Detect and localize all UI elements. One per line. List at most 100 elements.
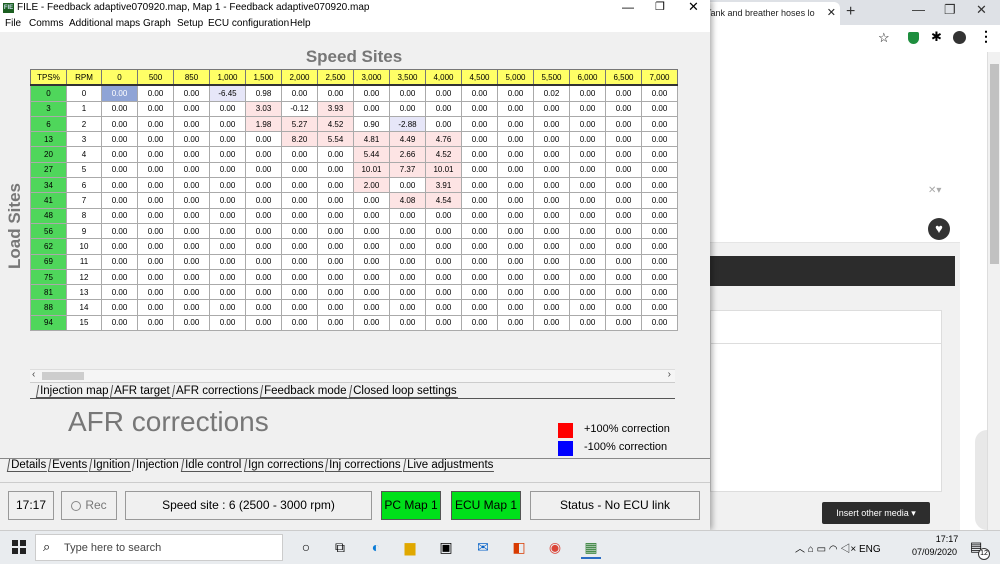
grid-cell[interactable]: 0.00 xyxy=(173,115,210,133)
grid-cell[interactable]: 0.00 xyxy=(389,84,426,102)
grid-cell[interactable]: 0.00 xyxy=(101,268,138,286)
grid-cell[interactable]: 0.00 xyxy=(353,100,390,117)
grid-cell[interactable]: 0.00 xyxy=(425,115,462,133)
grid-cell[interactable]: 0.00 xyxy=(137,207,174,224)
grid-cell[interactable]: 0.00 xyxy=(137,238,174,255)
grid-cell[interactable]: 0.00 xyxy=(209,268,246,286)
browser-maximize-button[interactable]: ❐ xyxy=(944,2,956,18)
office-icon[interactable]: ◧ xyxy=(509,537,529,557)
grid-cell[interactable]: 0.00 xyxy=(533,161,570,179)
tab-inj-corrections[interactable]: Inj corrections xyxy=(324,459,404,472)
grid-cell[interactable]: 0.00 xyxy=(533,314,570,332)
grid-cell[interactable]: 0.00 xyxy=(245,207,282,224)
insert-other-media-button[interactable]: Insert other media ▾ xyxy=(822,502,930,524)
grid-cell[interactable]: 0.00 xyxy=(605,268,642,286)
speed-site-header[interactable]: 2,500 xyxy=(317,69,354,87)
grid-cell[interactable]: 0.00 xyxy=(569,100,606,117)
grid-cell[interactable]: 0.00 xyxy=(317,84,354,102)
grid-cell[interactable]: 0.00 xyxy=(497,115,534,133)
grid-cell[interactable]: 0.00 xyxy=(173,268,210,286)
grid-cell[interactable]: 0.00 xyxy=(245,161,282,179)
grid-cell[interactable]: 0.00 xyxy=(389,238,426,255)
grid-cell[interactable]: 0.00 xyxy=(101,253,138,270)
grid-cell[interactable]: 0.00 xyxy=(137,131,174,148)
grid-cell[interactable]: 0.00 xyxy=(641,268,678,286)
grid-cell[interactable]: 0.00 xyxy=(569,115,606,133)
grid-cell[interactable]: 0.00 xyxy=(497,314,534,332)
grid-cell[interactable]: 0.00 xyxy=(497,131,534,148)
grid-cell[interactable]: 0.00 xyxy=(317,161,354,179)
grid-cell[interactable]: 0.00 xyxy=(101,222,138,240)
ecu-map-indicator[interactable]: ECU Map 1 xyxy=(451,491,521,520)
grid-cell[interactable]: 0.00 xyxy=(353,207,390,224)
grid-cell[interactable]: 0.00 xyxy=(605,177,642,194)
grid-cell[interactable]: 0.00 xyxy=(497,207,534,224)
grid-cell[interactable]: 0.00 xyxy=(173,222,210,240)
grid-cell[interactable]: 7.37 xyxy=(389,161,426,179)
grid-cell[interactable]: 0.00 xyxy=(137,299,174,316)
grid-cell[interactable]: 0.00 xyxy=(641,238,678,255)
grid-cell[interactable]: 0.00 xyxy=(245,299,282,316)
grid-cell[interactable]: 0.00 xyxy=(173,100,210,117)
file-explorer-icon[interactable]: ▆ xyxy=(400,537,420,557)
grid-cell[interactable]: 0.00 xyxy=(425,253,462,270)
clock-date[interactable]: 07/09/2020 xyxy=(912,547,957,557)
speed-site-header[interactable]: 4,500 xyxy=(461,69,498,87)
grid-cell[interactable]: 0.00 xyxy=(281,222,318,240)
tab-details[interactable]: Details xyxy=(6,459,50,472)
windows-start-icon[interactable] xyxy=(12,540,26,554)
grid-cell[interactable]: 4.49 xyxy=(389,131,426,148)
grid-cell[interactable]: 0.00 xyxy=(461,268,498,286)
grid-cell[interactable]: 0.00 xyxy=(533,177,570,194)
grid-cell[interactable]: 0.00 xyxy=(605,115,642,133)
grid-cell[interactable]: 0.00 xyxy=(281,192,318,209)
grid-cell[interactable]: 0.00 xyxy=(353,314,390,332)
grid-cell[interactable]: 0.00 xyxy=(461,131,498,148)
grid-cell[interactable]: 0.00 xyxy=(641,161,678,179)
grid-cell[interactable]: 0.00 xyxy=(461,253,498,270)
grid-cell[interactable]: 0.00 xyxy=(101,207,138,224)
grid-cell[interactable]: 0.00 xyxy=(137,314,174,332)
grid-cell[interactable]: 0.00 xyxy=(461,177,498,194)
grid-cell[interactable]: 0.00 xyxy=(281,299,318,316)
grid-cell[interactable]: 0.00 xyxy=(425,284,462,301)
clock-time[interactable]: 17:17 xyxy=(927,534,967,544)
grid-cell[interactable]: 0.00 xyxy=(569,299,606,316)
grid-cell[interactable]: 0.00 xyxy=(173,146,210,163)
grid-cell[interactable]: 0.00 xyxy=(461,146,498,163)
grid-cell[interactable]: 0.00 xyxy=(281,284,318,301)
grid-cell[interactable]: 0.00 xyxy=(389,253,426,270)
grid-cell[interactable]: 0.00 xyxy=(137,146,174,163)
menu-file[interactable]: File xyxy=(5,18,21,29)
load-site-tps[interactable]: 3 xyxy=(30,100,67,117)
grid-cell[interactable]: 0.00 xyxy=(389,268,426,286)
menu-ecu-configuration[interactable]: ECU configuration xyxy=(208,18,289,29)
edge-icon[interactable]: ◐ xyxy=(366,537,386,557)
load-site-tps[interactable]: 81 xyxy=(30,284,67,301)
task-view-icon[interactable]: ⧉ xyxy=(330,537,350,557)
cortana-icon[interactable]: ○ xyxy=(296,537,316,557)
grid-cell[interactable]: -6.45 xyxy=(209,84,246,102)
dropdown-clear-icon[interactable]: ✕▾ xyxy=(928,185,941,196)
load-site-tps[interactable]: 56 xyxy=(30,222,67,240)
grid-cell[interactable]: 0.00 xyxy=(245,238,282,255)
browser-minimize-button[interactable]: — xyxy=(912,2,925,17)
tab-ign-corrections[interactable]: Ign corrections xyxy=(243,459,327,472)
grid-cell[interactable]: 0.00 xyxy=(353,268,390,286)
browser-scrollbar-thumb[interactable] xyxy=(990,64,999,264)
grid-cell[interactable]: 0.00 xyxy=(461,161,498,179)
grid-cell[interactable]: 0.00 xyxy=(389,222,426,240)
grid-cell[interactable]: 2.00 xyxy=(353,177,390,194)
grid-cell[interactable]: 10.01 xyxy=(425,161,462,179)
menu-graph[interactable]: Graph xyxy=(143,18,171,29)
grid-cell[interactable]: 0.00 xyxy=(173,161,210,179)
browser-tab[interactable]: Tank and breather hoses lo ✕ xyxy=(700,2,840,25)
tab-ignition[interactable]: Ignition xyxy=(89,459,134,472)
grid-cell[interactable]: 0.00 xyxy=(533,192,570,209)
speed-site-header[interactable]: 3,000 xyxy=(353,69,390,87)
grid-cell[interactable]: 0.00 xyxy=(497,100,534,117)
tab-idle-control[interactable]: Idle control xyxy=(181,459,245,472)
grid-cell[interactable]: 0.00 xyxy=(209,115,246,133)
chevron-up-icon[interactable]: ︿ xyxy=(795,544,805,555)
grid-cell[interactable]: 0.00 xyxy=(317,207,354,224)
